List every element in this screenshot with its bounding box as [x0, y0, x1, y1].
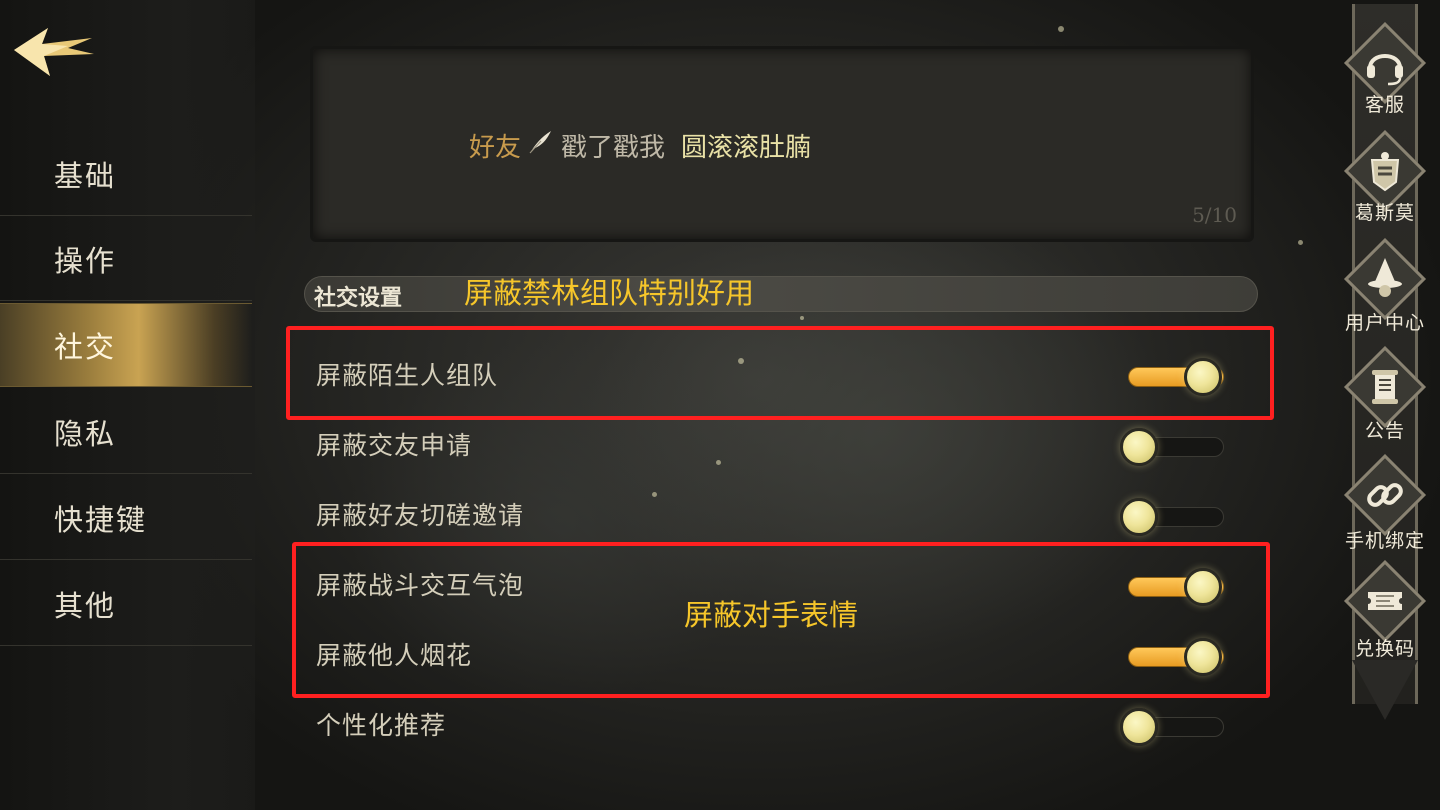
- character-counter: 5/10: [1192, 203, 1237, 227]
- section-title: 社交设置: [314, 286, 403, 311]
- gobstones-crest-icon: [1370, 152, 1400, 192]
- back-button[interactable]: [8, 14, 98, 84]
- sidebar-item-label: 基础: [54, 158, 117, 193]
- sidebar-item-other[interactable]: 其他: [0, 562, 252, 646]
- right-menu-user-center[interactable]: 用户中心: [1340, 237, 1430, 352]
- toggle-personalized-recommend[interactable]: [1120, 708, 1232, 746]
- sidebar-item-label: 其他: [54, 588, 117, 623]
- toggle-knob: [1120, 428, 1158, 466]
- sidebar-item-privacy[interactable]: 隐私: [0, 390, 252, 474]
- right-menu-label: 用户中心: [1344, 312, 1425, 334]
- right-menu-label: 手机绑定: [1344, 530, 1425, 552]
- poke-action-text: 戳了戳我: [561, 133, 666, 163]
- headset-icon: [1367, 54, 1403, 86]
- sidebar-item-basic[interactable]: 基础: [0, 132, 252, 216]
- sidebar: 基础 操作 社交 隐私 快捷键 其他: [0, 0, 255, 810]
- right-menu-customer-service[interactable]: 客服: [1340, 21, 1430, 136]
- sidebar-item-label: 操作: [54, 243, 117, 278]
- friend-tag: 好友: [469, 133, 522, 163]
- toggle-knob: [1120, 708, 1158, 746]
- setting-label: 屏蔽交友申请: [316, 431, 473, 460]
- annotation-forest-team: 屏蔽禁林组队特别好用: [464, 276, 755, 310]
- scroll-icon: [1372, 370, 1398, 404]
- chain-link-icon: [1367, 483, 1403, 507]
- poke-message-box[interactable]: 好友 戳了戳我 圆滚滚肚腩 5/10: [310, 46, 1254, 242]
- sidebar-item-controls[interactable]: 操作: [0, 217, 252, 301]
- right-menu-phone-binding[interactable]: 手机绑定: [1340, 453, 1430, 568]
- sparkle: [800, 316, 804, 320]
- poke-message-line: 好友 戳了戳我 圆滚滚肚腩: [469, 127, 811, 164]
- right-menu-label: 兑换码: [1354, 638, 1415, 660]
- right-menu-gobstones[interactable]: 葛斯莫: [1340, 129, 1430, 244]
- setting-row-block-duel-invite: 屏蔽好友切磋邀请: [300, 484, 1240, 544]
- toggle-knob: [1120, 498, 1158, 536]
- back-arrow-icon: [14, 28, 94, 76]
- section-header-bar: [304, 276, 1258, 312]
- wizard-hat-icon: [1368, 258, 1402, 297]
- sparkle: [1298, 240, 1303, 245]
- setting-row-personalized-recommend: 个性化推荐: [300, 694, 1240, 754]
- right-menu-label: 葛斯莫: [1354, 202, 1415, 224]
- setting-row-block-friend-request: 屏蔽交友申请: [300, 414, 1240, 474]
- annotation-opponent-emote: 屏蔽对手表情: [684, 598, 859, 632]
- right-menu-label: 公告: [1364, 420, 1405, 442]
- sidebar-item-label: 社交: [54, 330, 117, 364]
- poke-name-text: 圆滚滚肚腩: [681, 133, 812, 163]
- sidebar-item-social[interactable]: 社交: [0, 303, 252, 387]
- sidebar-item-label: 隐私: [54, 416, 117, 451]
- setting-label: 个性化推荐: [316, 711, 447, 740]
- right-menu-announcement[interactable]: 公告: [1340, 345, 1430, 460]
- toggle-block-duel-invite[interactable]: [1120, 498, 1232, 536]
- sidebar-item-label: 快捷键: [54, 502, 148, 537]
- right-menu-redeem-code[interactable]: 兑换码: [1340, 559, 1430, 674]
- right-menu-label: 客服: [1364, 94, 1405, 116]
- sparkle: [1058, 26, 1064, 32]
- highlight-box-stranger-team: [286, 326, 1274, 420]
- sidebar-item-shortcuts[interactable]: 快捷键: [0, 476, 252, 560]
- quill-icon: [527, 129, 553, 162]
- ticket-icon: [1368, 592, 1402, 610]
- toggle-block-friend-request[interactable]: [1120, 428, 1232, 466]
- setting-label: 屏蔽好友切磋邀请: [316, 501, 525, 530]
